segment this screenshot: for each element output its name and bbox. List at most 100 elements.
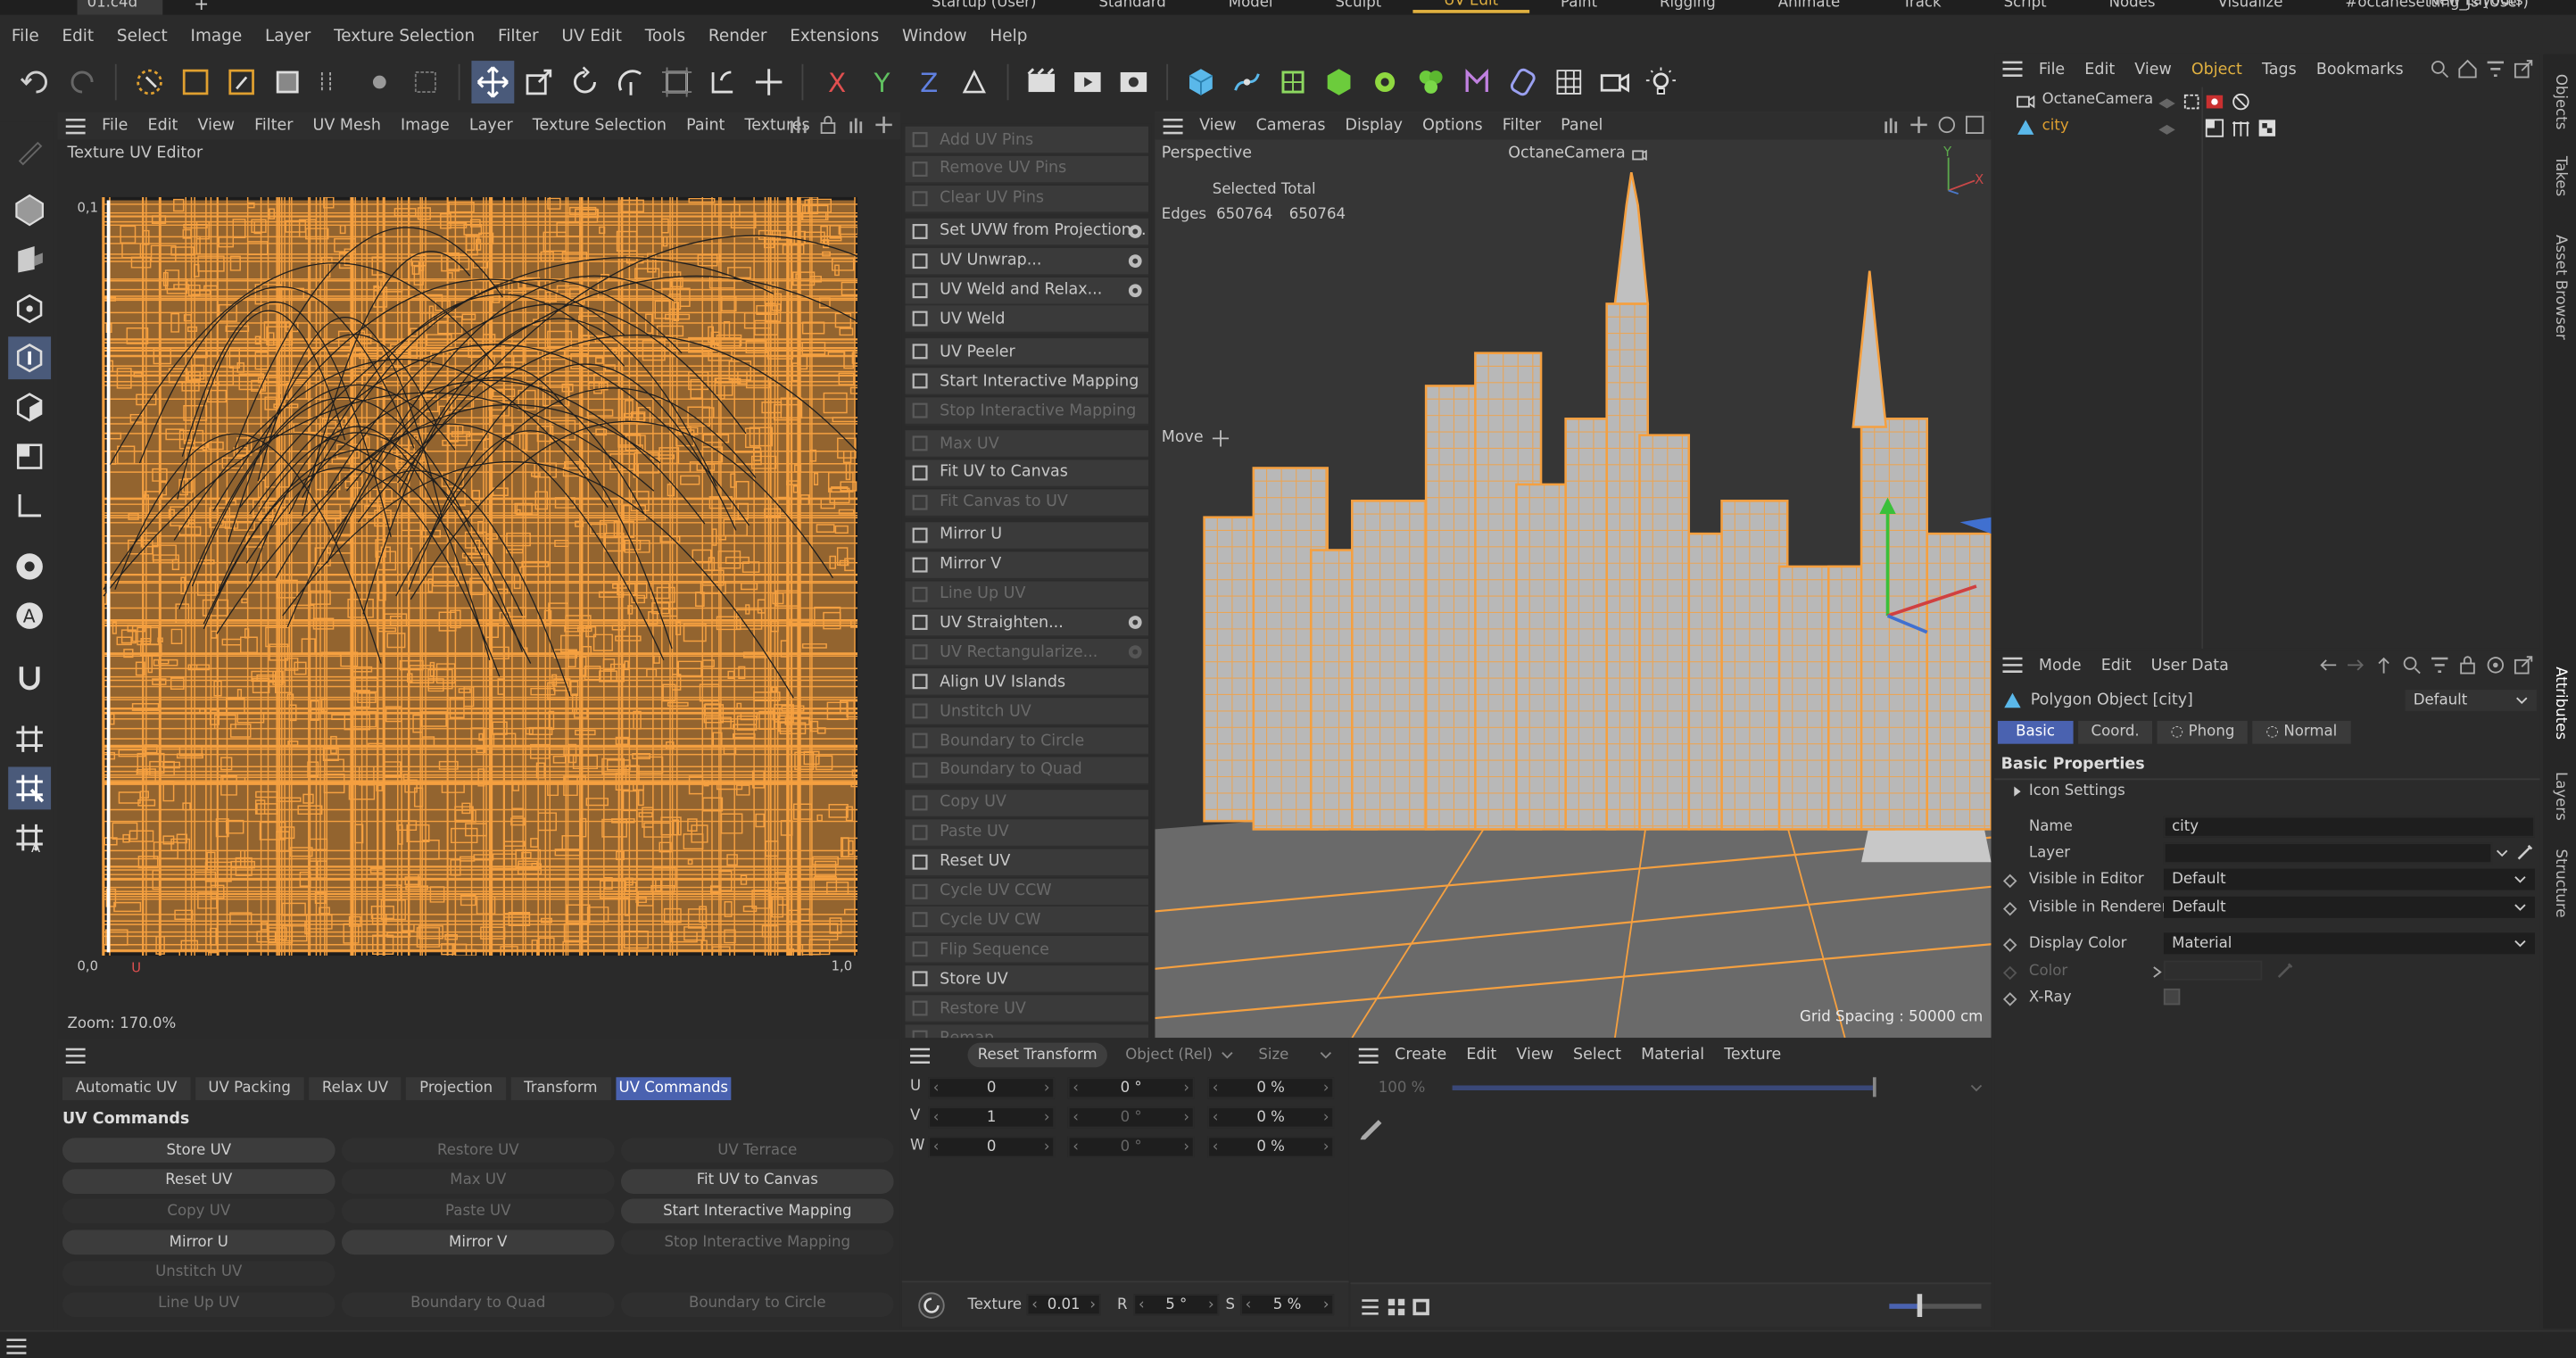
uv-cmd-start-interactive-mapping[interactable]: Start Interactive Mapping [905, 368, 1148, 396]
uv-cmd-uv-weld[interactable]: UV Weld [905, 306, 1148, 335]
z-axis-icon[interactable]: Z [907, 61, 949, 104]
menu-options[interactable]: Options [1412, 117, 1493, 135]
menu-tools[interactable]: Tools [634, 27, 697, 45]
tab-basic[interactable]: Basic [1997, 720, 2074, 744]
material-tag-icon[interactable] [2231, 119, 2250, 138]
boundary-to-quad-button[interactable]: Boundary to Quad [341, 1291, 615, 1317]
eyedropper-icon[interactable] [2275, 961, 2295, 981]
chevron-right-icon[interactable]: › [1044, 1080, 1050, 1096]
move-view-icon[interactable] [874, 115, 894, 135]
s-field[interactable]: ‹ 5 % › [1240, 1294, 1335, 1316]
menu-object[interactable]: Object [2182, 60, 2252, 78]
chevron-right-icon[interactable]: › [1323, 1139, 1329, 1155]
uv-cmd-uv-weld-and-relax[interactable]: UV Weld and Relax... [905, 277, 1148, 305]
store-uv-button[interactable]: Store UV [62, 1138, 335, 1163]
layout-tab-track[interactable]: Track [1871, 0, 1972, 12]
chevron-left-icon[interactable]: ‹ [1031, 1296, 1038, 1312]
chevron-left-icon[interactable]: ‹ [1073, 1109, 1079, 1125]
home-icon[interactable] [2457, 59, 2477, 79]
field-icon[interactable] [1502, 61, 1545, 104]
coord-rot-field[interactable]: ‹ 0 ° › [1067, 1136, 1195, 1158]
layer-field[interactable] [2163, 842, 2493, 865]
coord-size-field[interactable]: ‹ 0 % › [1207, 1136, 1335, 1158]
target-icon[interactable] [2486, 655, 2506, 675]
r-field[interactable]: ‹ 5 ° › [1133, 1294, 1220, 1316]
uv-cmd-fit-canvas-to-uv[interactable]: Fit Canvas to UV [905, 489, 1148, 518]
menu-layer[interactable]: Layer [460, 117, 523, 135]
chevron-right-icon[interactable]: › [1323, 1080, 1329, 1096]
chevron-left-icon[interactable]: ‹ [933, 1109, 940, 1125]
chevron-down-icon[interactable] [2494, 846, 2510, 862]
chevron-right-icon[interactable]: › [1183, 1109, 1189, 1125]
list-view-icon[interactable] [1361, 1297, 1380, 1317]
max-uv-button[interactable]: Max UV [341, 1168, 615, 1194]
chevron-right-icon[interactable]: › [1044, 1109, 1050, 1125]
model-mode-icon[interactable] [8, 189, 51, 232]
layout-tab-animate[interactable]: Animate [1747, 0, 1871, 12]
redo-icon[interactable] [61, 61, 104, 104]
settings-icon[interactable] [358, 61, 401, 104]
menu-view[interactable]: View [2125, 60, 2182, 78]
menu-filter[interactable]: Filter [244, 117, 302, 135]
tab-normal[interactable]: ◌ Normal [2252, 720, 2351, 744]
up-arrow-icon[interactable] [2374, 655, 2394, 675]
menu-edit[interactable]: Edit [1456, 1046, 1506, 1064]
uv-cmd-store-uv[interactable]: Store UV [905, 965, 1148, 994]
selection-tag-icon[interactable] [2257, 119, 2277, 138]
gear-icon[interactable] [1125, 221, 1145, 241]
coord-pos-field[interactable]: ‹ 0 › [928, 1077, 1056, 1099]
menu-layer[interactable]: Layer [253, 27, 322, 45]
undo-icon[interactable] [15, 61, 58, 104]
forward-arrow-icon[interactable] [2346, 655, 2365, 675]
chevron-right-icon[interactable]: › [1044, 1139, 1050, 1155]
object-row-city[interactable]: city [1994, 117, 2539, 140]
uv-cmd-set-uvw-from-projection[interactable]: Set UVW from Projection... [905, 218, 1148, 246]
xray-checkbox[interactable] [2163, 988, 2181, 1006]
uv-cmd-add-uv-pins[interactable]: Add UV Pins [905, 126, 1148, 154]
scale-tool-icon[interactable] [518, 61, 560, 104]
menu-view[interactable]: View [1506, 1046, 1563, 1064]
menu-bookmarks[interactable]: Bookmarks [2307, 60, 2414, 78]
x-axis-icon[interactable]: X [815, 61, 857, 104]
protection-tag-icon[interactable] [2231, 92, 2250, 112]
light-icon[interactable] [1640, 61, 1683, 104]
uv-mesh[interactable] [102, 196, 858, 956]
uv-cmd-remap[interactable]: Remap [905, 1024, 1148, 1039]
menu-render[interactable]: Render [697, 27, 778, 45]
visible-editor-dropdown[interactable]: Default [2163, 868, 2535, 890]
new-window-icon[interactable] [2514, 59, 2533, 79]
line-up-uv-button[interactable]: Line Up UV [62, 1291, 335, 1317]
menu-file[interactable]: File [0, 27, 51, 45]
filter-icon[interactable] [2486, 59, 2506, 79]
tab-takes[interactable]: Takes [2551, 156, 2567, 196]
uv-cmd-boundary-to-circle[interactable]: Boundary to Circle [905, 727, 1148, 756]
menu-edit[interactable]: Edit [2075, 60, 2125, 78]
size-mode-dropdown[interactable]: Size [1250, 1044, 1340, 1065]
extrude-icon[interactable] [1318, 61, 1361, 104]
hamburger-icon[interactable] [1163, 118, 1183, 134]
viewport-camera[interactable]: OctaneCamera [1508, 145, 1648, 162]
mirror-u-button[interactable]: Mirror U [62, 1230, 335, 1255]
viewport-canvas[interactable] [1155, 139, 1992, 1039]
chevron-left-icon[interactable]: ‹ [1073, 1139, 1079, 1155]
render-view-icon[interactable] [1020, 61, 1063, 104]
rect-select-icon[interactable] [174, 61, 217, 104]
uv-cmd-uv-peeler[interactable]: UV Peeler [905, 338, 1148, 367]
workplane-icon[interactable] [8, 717, 51, 760]
start-interactive-mapping-button[interactable]: Start Interactive Mapping [620, 1199, 894, 1224]
opacity-slider-handle[interactable] [1872, 1077, 1876, 1097]
lock-icon[interactable] [2457, 655, 2477, 675]
uv-cmd-stop-interactive-mapping[interactable]: Stop Interactive Mapping [905, 397, 1148, 426]
uv-cmd-fit-uv-to-canvas[interactable]: Fit UV to Canvas [905, 460, 1148, 488]
stop-interactive-mapping-button[interactable]: Stop Interactive Mapping [620, 1230, 894, 1255]
chevron-right-icon[interactable]: › [1183, 1139, 1189, 1155]
menu-user-data[interactable]: User Data [2141, 656, 2239, 674]
menu-file[interactable]: File [92, 117, 137, 135]
axis-mode-icon[interactable] [8, 484, 51, 527]
tab-phong[interactable]: ◌ Phong [2157, 720, 2249, 744]
keyframe-diamond-icon[interactable] [2002, 938, 2017, 953]
uv-rotate-icon[interactable] [701, 61, 744, 104]
coord-size-field[interactable]: ‹ 0 % › [1207, 1106, 1335, 1129]
menu-uv-mesh[interactable]: UV Mesh [303, 117, 391, 135]
coord-pos-field[interactable]: ‹ 0 › [928, 1136, 1056, 1158]
